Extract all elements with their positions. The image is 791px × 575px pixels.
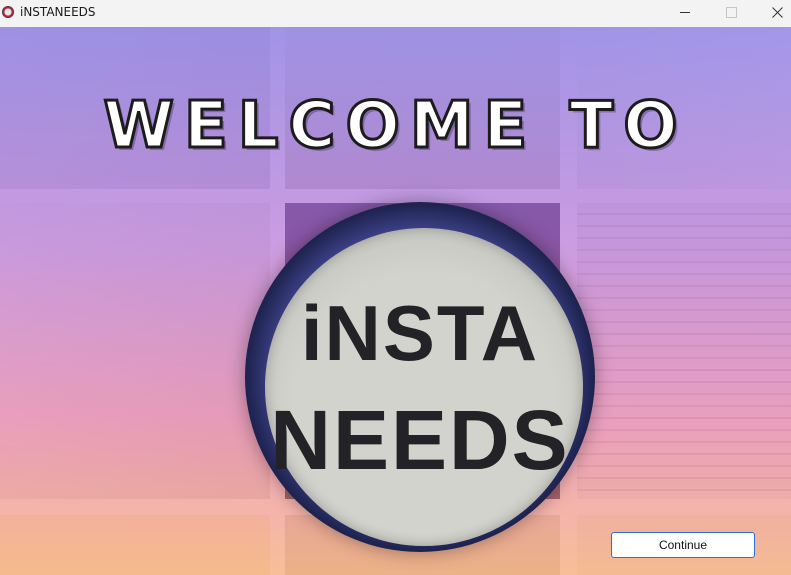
close-button[interactable] [754, 0, 791, 24]
title-bar: iNSTANEEDS [0, 0, 791, 27]
app-logo: iNSTA NEEDS [245, 202, 595, 552]
maximize-button[interactable] [708, 0, 754, 24]
window-title: iNSTANEEDS [20, 5, 96, 19]
logo-text-line1: iNSTA [300, 289, 540, 377]
maximize-icon [725, 6, 737, 18]
close-icon [771, 6, 783, 18]
logo-text-line2: NEEDS [270, 393, 570, 487]
welcome-panel: WELCOME TO iNSTA NEEDS Continue [0, 27, 791, 575]
welcome-heading: WELCOME TO [102, 88, 688, 165]
continue-button[interactable]: Continue [611, 532, 755, 558]
logo-badge [265, 228, 583, 546]
app-icon [2, 6, 14, 18]
minimize-button[interactable] [662, 0, 708, 24]
minimize-icon [680, 11, 690, 13]
